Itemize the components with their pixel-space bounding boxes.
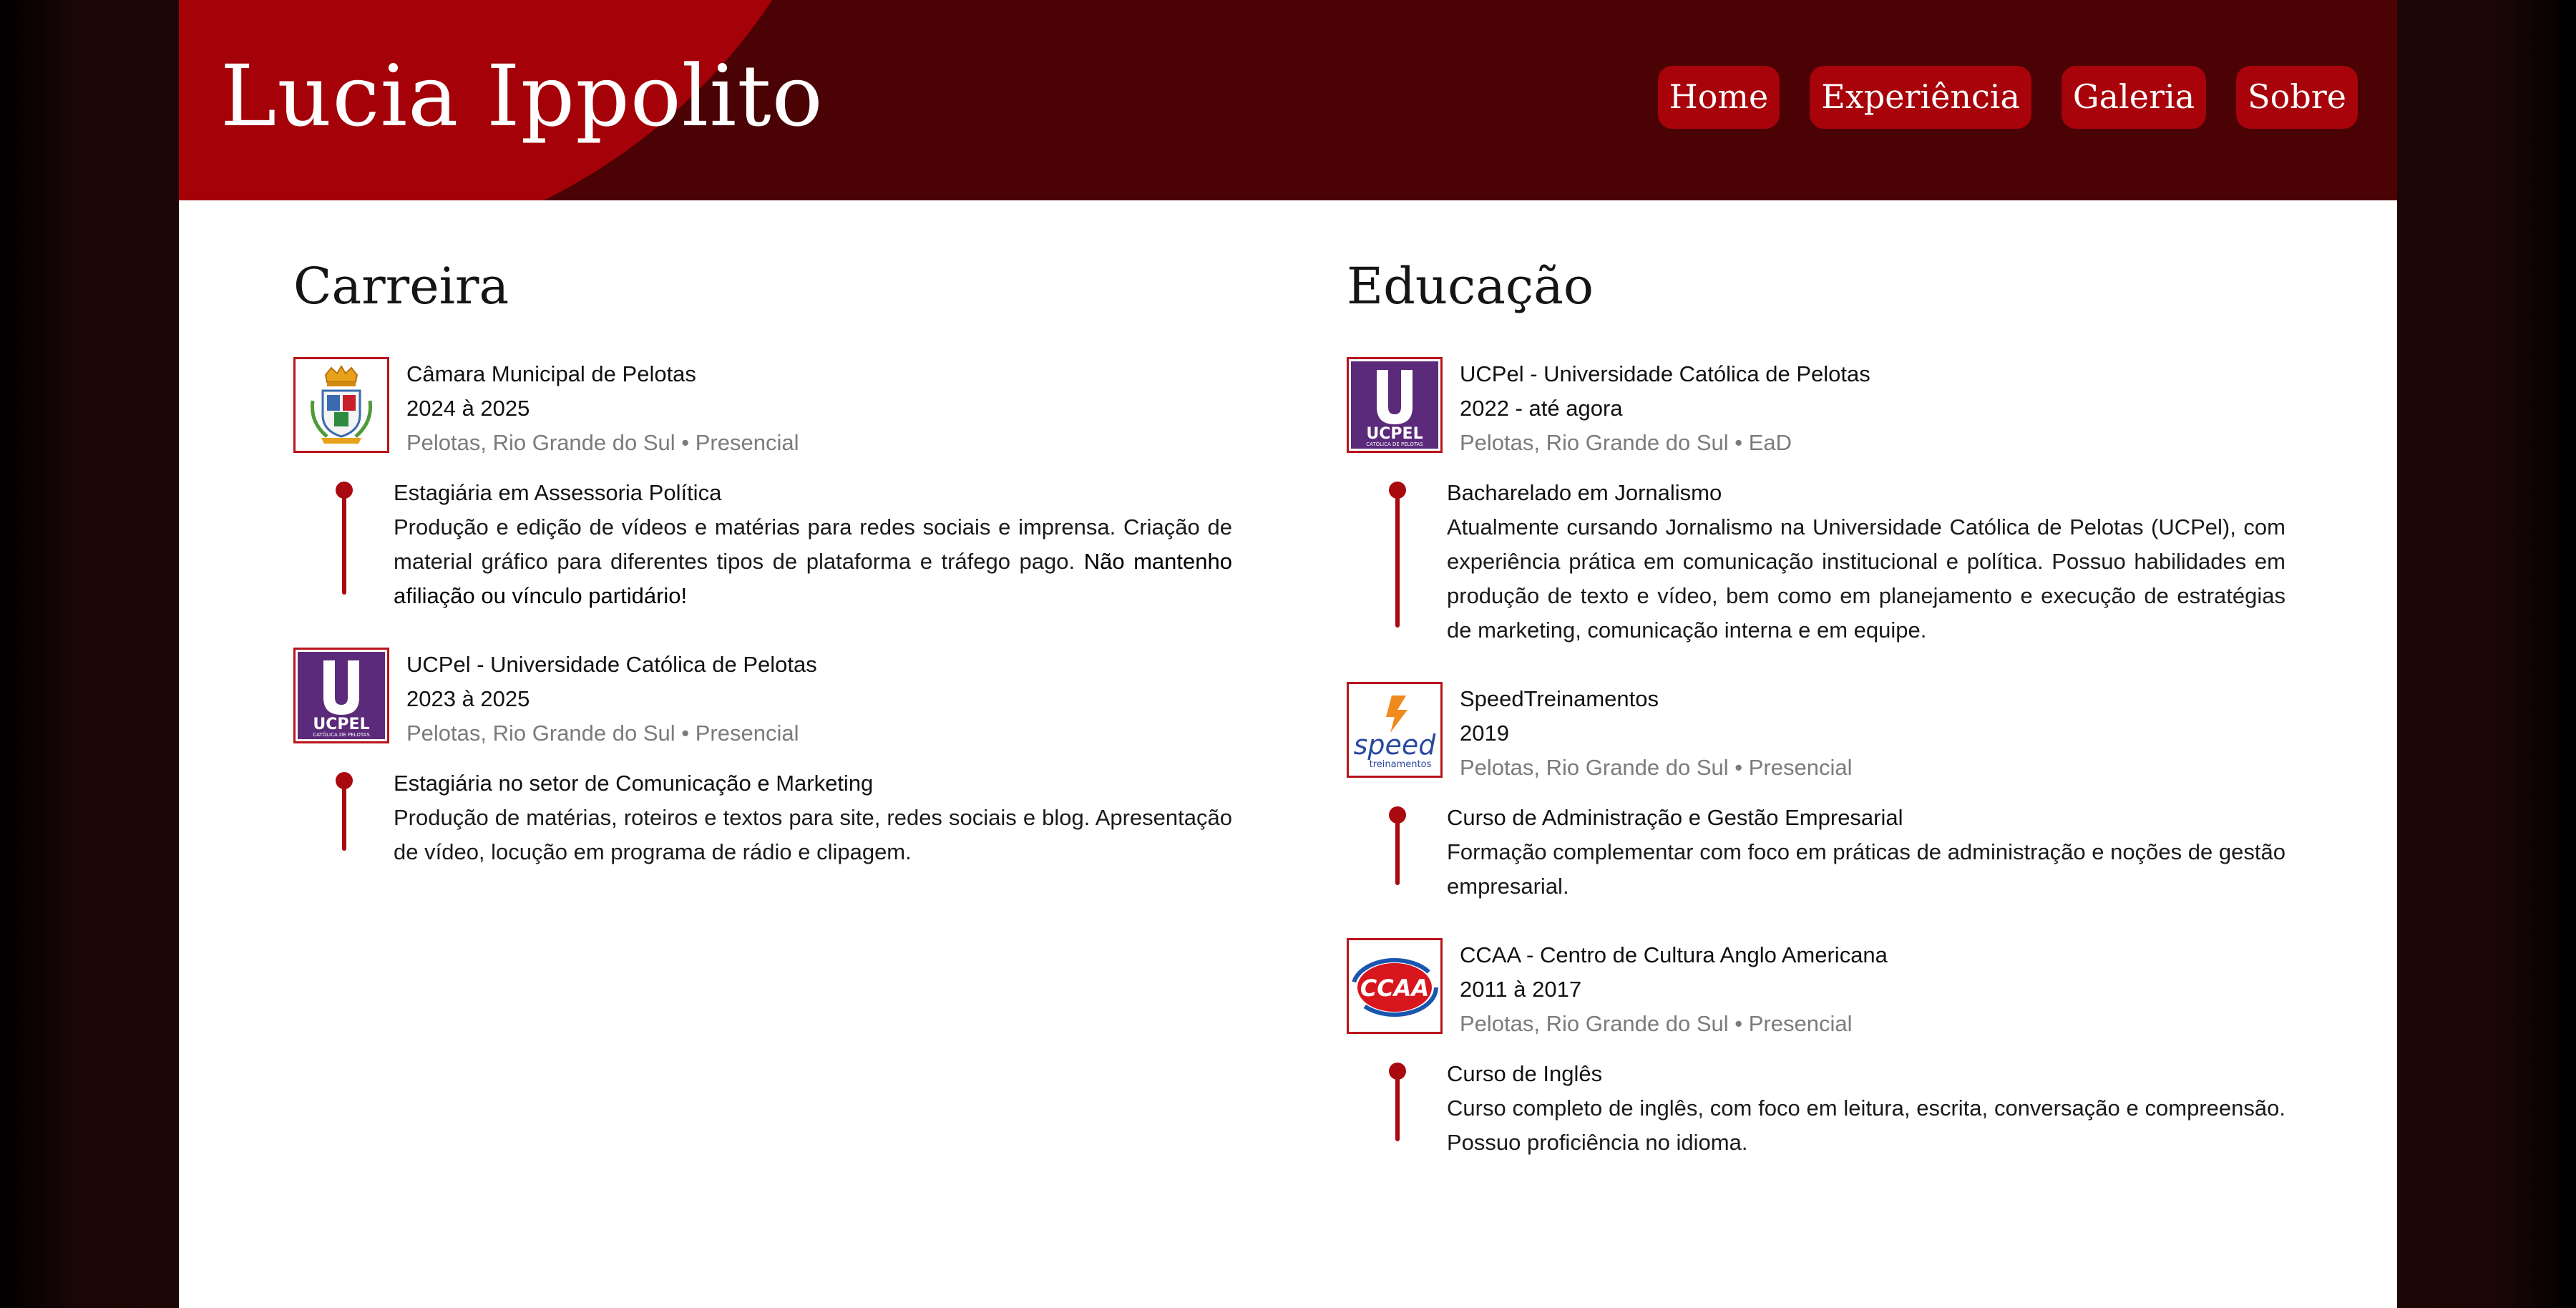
ccaa-logo-icon: CCAA (1347, 937, 1443, 1034)
nav-home-link[interactable]: Home (1657, 66, 1780, 129)
org-dates: 2011 à 2017 (1460, 976, 1582, 1002)
role-description: Curso completo de inglês, com foco em le… (1447, 1095, 2285, 1155)
education-entry: UCPEL CATÓLICA DE PELOTAS UCPel - Univer… (1347, 356, 2285, 648)
timeline-line (1395, 487, 1400, 628)
career-entry: Câmara Municipal de Pelotas 2024 à 2025 … (293, 356, 1232, 613)
ucpel-logo-subtext: CATÓLICA DE PELOTAS (313, 731, 370, 738)
nav-experiencia-link[interactable]: Experiência (1810, 66, 2031, 129)
speed-treinamentos-logo-icon: speed treinamentos (1347, 681, 1443, 778)
education-entry: CCAA CCAA - Centro de Cultura Anglo Amer… (1347, 937, 2285, 1160)
speed-logo-text: speed (1354, 729, 1437, 761)
org-location: Pelotas, Rio Grande do Sul • EaD (1460, 429, 1792, 455)
ucpel-logo-icon: UCPEL CATÓLICA DE PELOTAS (293, 647, 389, 743)
education-heading: Educação (1347, 257, 1594, 316)
ucpel-logo-text: UCPEL (313, 716, 369, 733)
camara-pelotas-crest-icon (293, 356, 389, 453)
timeline-line (342, 487, 346, 595)
org-dates: 2019 (1460, 720, 1509, 746)
role-title: Estagiária em Assessoria Política (394, 479, 722, 505)
org-location: Pelotas, Rio Grande do Sul • Presencial (1460, 754, 1853, 780)
org-header: CCAA CCAA - Centro de Cultura Anglo Amer… (1347, 937, 2285, 1041)
timeline-dot (1389, 806, 1406, 824)
org-info: UCPel - Universidade Católica de Pelotas… (406, 648, 817, 751)
site-title[interactable]: Lucia Ippolito (220, 46, 824, 147)
ccaa-logo-text: CCAA (1360, 975, 1430, 1002)
org-name: UCPel - Universidade Católica de Pelotas (1460, 361, 1870, 386)
role-block: Curso de Inglês Curso completo de inglês… (1347, 1057, 2285, 1160)
timeline-dot (336, 481, 353, 499)
nav-sobre-link[interactable]: Sobre (2236, 66, 2358, 129)
speed-logo-subtext: treinamentos (1370, 759, 1432, 770)
org-dates: 2024 à 2025 (406, 395, 530, 421)
career-section: Carreira Câmara Municipal de Pelotas 202… (293, 258, 1232, 869)
org-location: Pelotas, Rio Grande do Sul • Presencial (1460, 1010, 1853, 1036)
role-description: Produção de matérias, roteiros e textos … (394, 804, 1232, 864)
org-info: SpeedTreinamentos 2019 Pelotas, Rio Gran… (1460, 682, 1852, 785)
org-info: Câmara Municipal de Pelotas 2024 à 2025 … (406, 357, 799, 460)
page: Lucia Ippolito Home Experiência Galeria … (179, 0, 2397, 1308)
role-title: Bacharelado em Jornalismo (1447, 479, 1722, 505)
role-block: Bacharelado em Jornalismo Atualmente cur… (1347, 476, 2285, 648)
timeline-dot (1389, 481, 1406, 499)
role-description: Produção e edição de vídeos e matérias p… (394, 510, 1232, 613)
education-section: Educação UCPEL CATÓLICA DE PELOTAS UCPel… (1347, 258, 2285, 1160)
career-heading: Carreira (293, 257, 509, 316)
career-entry: UCPEL CATÓLICA DE PELOTAS UCPel - Univer… (293, 647, 1232, 869)
org-header: UCPEL CATÓLICA DE PELOTAS UCPel - Univer… (1347, 356, 2285, 460)
role-title: Curso de Inglês (1447, 1060, 1603, 1086)
role-block: Estagiária em Assessoria Política Produç… (293, 476, 1232, 613)
role-description: Formação complementar com foco em prátic… (1447, 839, 2285, 899)
timeline-dot (336, 771, 353, 789)
nav-galeria-link[interactable]: Galeria (2061, 66, 2207, 129)
ucpel-logo-text: UCPEL (1366, 425, 1423, 443)
role-title: Estagiária no setor de Comunicação e Mar… (394, 770, 874, 796)
org-name: UCPel - Universidade Católica de Pelotas (406, 651, 817, 677)
role-block: Estagiária no setor de Comunicação e Mar… (293, 766, 1232, 869)
role-block: Curso de Administração e Gestão Empresar… (1347, 801, 2285, 904)
org-info: CCAA - Centro de Cultura Anglo Americana… (1460, 938, 1888, 1041)
org-header: UCPEL CATÓLICA DE PELOTAS UCPel - Univer… (293, 647, 1232, 751)
main-nav: Home Experiência Galeria Sobre (1657, 66, 2358, 129)
org-name: SpeedTreinamentos (1460, 685, 1659, 711)
org-dates: 2022 - até agora (1460, 395, 1623, 421)
org-header: speed treinamentos SpeedTreinamentos 201… (1347, 681, 2285, 785)
education-entry: speed treinamentos SpeedTreinamentos 201… (1347, 681, 2285, 904)
role-title: Curso de Administração e Gestão Empresar… (1447, 804, 1903, 830)
role-description: Atualmente cursando Jornalismo na Univer… (1447, 514, 2285, 643)
ucpel-logo-icon: UCPEL CATÓLICA DE PELOTAS (1347, 356, 1443, 453)
timeline-dot (1389, 1062, 1406, 1080)
org-header: Câmara Municipal de Pelotas 2024 à 2025 … (293, 356, 1232, 460)
org-location: Pelotas, Rio Grande do Sul • Presencial (406, 429, 799, 455)
org-location: Pelotas, Rio Grande do Sul • Presencial (406, 720, 799, 746)
org-info: UCPel - Universidade Católica de Pelotas… (1460, 357, 1870, 460)
org-name: CCAA - Centro de Cultura Anglo Americana (1460, 942, 1888, 967)
site-header: Lucia Ippolito Home Experiência Galeria … (179, 0, 2397, 200)
ucpel-logo-subtext: CATÓLICA DE PELOTAS (1366, 441, 1423, 447)
org-dates: 2023 à 2025 (406, 685, 530, 711)
org-name: Câmara Municipal de Pelotas (406, 361, 696, 386)
